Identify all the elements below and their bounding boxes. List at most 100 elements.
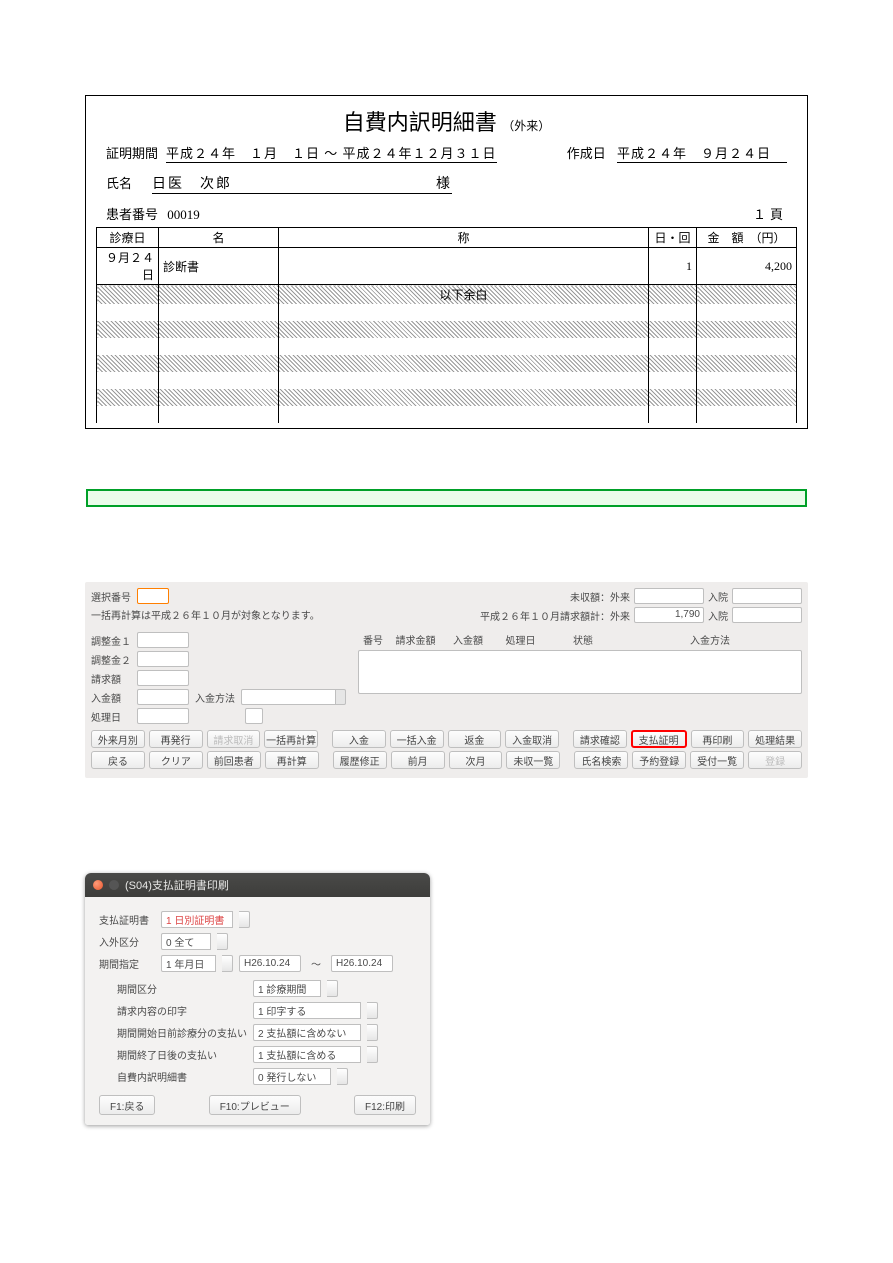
- method-spinner[interactable]: [336, 689, 346, 705]
- month-bill-inp-field[interactable]: [732, 607, 802, 623]
- stripe-row: [97, 355, 797, 372]
- adjustment-grid: 調整金１ 調整金２ 請求額 入金額 入金方法 処理日: [91, 632, 346, 724]
- before-row: 期間開始日前診療分の支払い 2 支払額に含めない: [117, 1024, 416, 1041]
- kikan-combo[interactable]: 1 診療期間: [253, 980, 321, 997]
- select-no-label: 選択番号: [91, 589, 131, 604]
- period-combo[interactable]: 1 年月日: [161, 955, 216, 972]
- title-main: 自費内訳明細書: [343, 110, 497, 135]
- print-combo[interactable]: 1 印字する: [253, 1002, 361, 1019]
- select-no-input[interactable]: [137, 588, 169, 604]
- btn-register[interactable]: 登録: [748, 751, 802, 769]
- btn-result[interactable]: 処理結果: [748, 730, 802, 748]
- io-label: 入外区分: [99, 934, 155, 949]
- button-row-1: 外来月別 再発行 請求取消 一括再計算 入金 一括入金 返金 入金取消 請求確認…: [91, 730, 802, 748]
- btn-reserve[interactable]: 予約登録: [632, 751, 686, 769]
- f12-print-button[interactable]: F12:印刷: [354, 1095, 416, 1115]
- btn-deposit[interactable]: 入金: [332, 730, 386, 748]
- btn-prev-month[interactable]: 前月: [391, 751, 445, 769]
- btn-reception-list[interactable]: 受付一覧: [690, 751, 744, 769]
- period-spinner[interactable]: [222, 955, 233, 972]
- print-content-label: 請求内容の印字: [117, 1003, 247, 1018]
- green-divider: [86, 489, 807, 507]
- period-row: 期間指定 1 年月日 H26.10.24 ～ H26.10.24: [99, 955, 416, 972]
- cell-count: 1: [649, 248, 697, 285]
- btn-clear[interactable]: クリア: [149, 751, 203, 769]
- adj1-input[interactable]: [137, 632, 189, 648]
- created-label: 作成日: [567, 146, 606, 161]
- btn-name-search[interactable]: 氏名検索: [574, 751, 628, 769]
- btn-cancel-deposit[interactable]: 入金取消: [505, 730, 559, 748]
- method-combo[interactable]: [241, 689, 336, 705]
- cell-date: ９月２４日: [97, 248, 159, 285]
- col-desc: 称: [279, 228, 649, 248]
- col-amount: 金 額 （円）: [697, 228, 797, 248]
- io-spinner[interactable]: [217, 933, 228, 950]
- proc-date-label: 処理日: [91, 709, 131, 724]
- blank-row: [97, 304, 797, 321]
- panel-top-right: 未収額：外来 入院 平成２６年１０月請求額計：外来 1,790 入院: [480, 588, 802, 626]
- btn-back[interactable]: 戻る: [91, 751, 145, 769]
- btn-recalc[interactable]: 再計算: [265, 751, 319, 769]
- hdr-method: 入金方法: [618, 632, 802, 647]
- proc-date-input[interactable]: [137, 708, 189, 724]
- cert-combo[interactable]: 1 日別証明書: [161, 911, 233, 928]
- bill-amount-input[interactable]: [137, 670, 189, 686]
- kikan-row: 期間区分 1 診療期間: [117, 980, 416, 997]
- cert-row: 支払証明書 1 日別証明書: [99, 911, 416, 928]
- adj2-input[interactable]: [137, 651, 189, 667]
- date-from[interactable]: H26.10.24: [239, 955, 301, 972]
- hdr-deposit: 入金額: [443, 632, 493, 647]
- before-combo[interactable]: 2 支払額に含めない: [253, 1024, 361, 1041]
- close-icon[interactable]: [93, 880, 103, 890]
- unpaid-inp-field[interactable]: [732, 588, 802, 604]
- stripe-row: [97, 389, 797, 406]
- io-combo[interactable]: 0 全て: [161, 933, 211, 950]
- btn-batch-deposit[interactable]: 一括入金: [390, 730, 444, 748]
- proc-date-extra[interactable]: [245, 708, 263, 724]
- kikan-spinner[interactable]: [327, 980, 338, 997]
- after-combo[interactable]: 1 支払額に含める: [253, 1046, 361, 1063]
- print-spinner[interactable]: [367, 1002, 378, 1019]
- btn-batch-recalc[interactable]: 一括再計算: [264, 730, 318, 748]
- btn-edit-history[interactable]: 履歴修正: [333, 751, 387, 769]
- btn-cancel-bill[interactable]: 請求取消: [207, 730, 261, 748]
- btn-refund[interactable]: 返金: [448, 730, 502, 748]
- btn-next-month[interactable]: 次月: [449, 751, 503, 769]
- btn-reprint[interactable]: 再印刷: [691, 730, 745, 748]
- cell-name: 診断書: [159, 248, 279, 285]
- f10-preview-button[interactable]: F10:プレビュー: [209, 1095, 301, 1115]
- btn-prev-patient[interactable]: 前回患者: [207, 751, 261, 769]
- btn-reissue[interactable]: 再発行: [149, 730, 203, 748]
- jihi-spinner[interactable]: [337, 1068, 348, 1085]
- btn-unpaid-list[interactable]: 未収一覧: [506, 751, 560, 769]
- deposit-amount-input[interactable]: [137, 689, 189, 705]
- btn-payment-cert[interactable]: 支払証明: [631, 730, 687, 748]
- recalc-note: 一括再計算は平成２６年１０月が対象となります。: [91, 607, 320, 622]
- patient-id-row: 患者番号 00019 １頁: [96, 194, 797, 227]
- col-name: 名: [159, 228, 279, 248]
- blank-row: [97, 406, 797, 423]
- month-bill-outp-field[interactable]: 1,790: [634, 607, 704, 623]
- before-spinner[interactable]: [367, 1024, 378, 1041]
- jihi-combo[interactable]: 0 発行しない: [253, 1068, 331, 1085]
- page-number: １頁: [753, 204, 787, 223]
- hdr-no: 番号: [358, 632, 388, 647]
- print-dialog: (S04)支払証明書印刷 支払証明書 1 日別証明書 入外区分 0 全て 期間指…: [85, 873, 430, 1125]
- f1-back-button[interactable]: F1:戻る: [99, 1095, 155, 1115]
- cert-spinner[interactable]: [239, 911, 250, 928]
- created: 作成日 平成２４年 ９月２４日: [567, 143, 787, 163]
- panel-top-left: 選択番号 一括再計算は平成２６年１０月が対象となります。: [91, 588, 320, 622]
- list-body[interactable]: [358, 650, 802, 694]
- adj1-label: 調整金１: [91, 633, 131, 648]
- minimize-icon[interactable]: [109, 880, 119, 890]
- date-to[interactable]: H26.10.24: [331, 955, 393, 972]
- dialog-titlebar[interactable]: (S04)支払証明書印刷: [85, 873, 430, 897]
- btn-outp-monthly[interactable]: 外来月別: [91, 730, 145, 748]
- list-header: 番号 請求金額 入金額 処理日 状態 入金方法: [358, 632, 802, 647]
- name-label: 氏名: [106, 173, 132, 192]
- stripe-row: 以下余白: [97, 285, 797, 305]
- unpaid-outp-field[interactable]: [634, 588, 704, 604]
- btn-confirm-bill[interactable]: 請求確認: [573, 730, 627, 748]
- after-spinner[interactable]: [367, 1046, 378, 1063]
- cert-label: 支払証明書: [99, 912, 155, 927]
